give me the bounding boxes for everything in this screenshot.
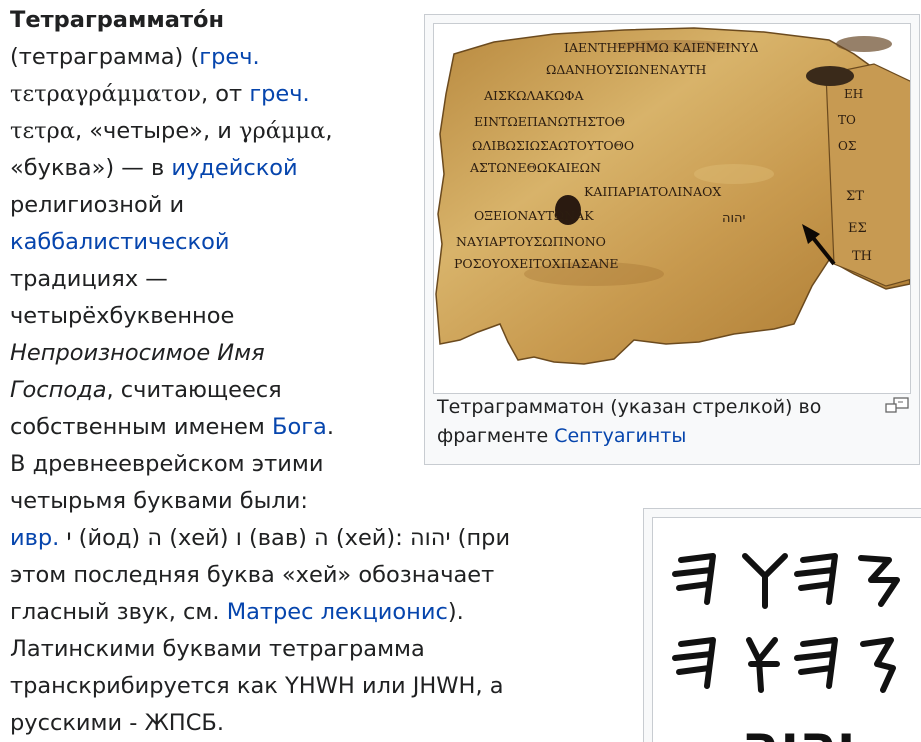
tetragrammaton-scripts-image[interactable]: יהוה bbox=[652, 517, 921, 742]
text: (тетраграмма) ( bbox=[10, 44, 200, 70]
scroll-line: ΕΙΝΤΩΕΠΑΝΩΤΗΣΤΟΘ bbox=[474, 114, 625, 129]
scroll-line: ΝΑΥΙΑΡΤΟΥΣΩΠΝΟΝΟ bbox=[456, 234, 606, 249]
link-matres-lectionis[interactable]: Матрес лекционис bbox=[227, 599, 448, 625]
line-2: (тетраграмма) (греч. bbox=[10, 39, 260, 76]
text: Господа bbox=[10, 377, 107, 403]
text: , bbox=[325, 118, 333, 144]
text: «буква») — в bbox=[10, 155, 172, 181]
text: религиозной и bbox=[10, 192, 185, 218]
svg-text:ΕΗ: ΕΗ bbox=[844, 87, 863, 101]
line-14: четырьмя буквами были: bbox=[10, 483, 308, 520]
svg-text:ΤΗ: ΤΗ bbox=[852, 249, 872, 264]
line-15: ивр. י (йод) ה (хей) ו (вав) ה (хей): יה… bbox=[10, 520, 510, 557]
link-god[interactable]: Бога bbox=[272, 414, 327, 440]
scroll-fragment-image: ΙΑΕΝΤΗΕΡΗΜΩ ΚΑΙΕΝΕΙΝΥΔ ΩΔΑΝΗΟΥΣΙΩΝΕΝΑΥΤΗ… bbox=[435, 27, 910, 365]
line-12: собственным именем Бога. bbox=[10, 409, 334, 446]
line-16: этом последняя буква «хей» обозначает bbox=[10, 557, 494, 594]
text: В древнееврейском этими bbox=[10, 451, 324, 477]
link-kabbalah[interactable]: каббалистической bbox=[10, 229, 230, 255]
line-1: Тетраграммато́н bbox=[10, 2, 224, 39]
text: фрагменте bbox=[437, 425, 555, 447]
scroll-line: ΙΑΕΝΤΗΕΡΗΜΩ ΚΑΙΕΝΕΙΝΥΔ bbox=[564, 40, 758, 55]
text: , от bbox=[200, 81, 250, 107]
scroll-line: ΡΟΣΟΥΟΧΕΙΤΟΧΠΑΣΑΝΕ bbox=[454, 256, 619, 271]
line-6: религиозной и bbox=[10, 187, 184, 224]
svg-text:ΣΤ: ΣΤ bbox=[846, 189, 864, 204]
line-11: Господа, считающееся bbox=[10, 372, 282, 409]
text: четырьмя буквами были: bbox=[10, 488, 309, 514]
figure-septuagint: ΙΑΕΝΤΗΕΡΗΜΩ ΚΑΙΕΝΕΙΝΥΔ ΩΔΑΝΗΟΥΣΙΩΝΕΝΑΥΤΗ… bbox=[424, 14, 920, 465]
greek-word: τετραγράμματον bbox=[10, 81, 201, 107]
text: ). bbox=[447, 599, 464, 625]
text: י (йод) ה (хей) ו (вав) ה (хей): יהוה (п… bbox=[59, 525, 511, 551]
text: гласный звук, см. bbox=[10, 599, 227, 625]
line-13: В древнееврейском этими bbox=[10, 446, 323, 483]
scripts-image: יהוה bbox=[672, 553, 900, 742]
text: Латинскими буквами тетраграмма bbox=[10, 636, 425, 662]
scroll-line: ΚΑΙΠΑΡΙΑΤΟΛΙΝΑΟΧ bbox=[584, 184, 721, 199]
text: . bbox=[326, 414, 334, 440]
text: , «четыре», и bbox=[74, 118, 240, 144]
greek-word: γράμμα bbox=[239, 118, 326, 144]
line-8: традициях — bbox=[10, 261, 168, 298]
line-17: гласный звук, см. Матрес лекционис). bbox=[10, 594, 464, 631]
link-septuagint[interactable]: Септуагинты bbox=[554, 425, 686, 447]
scroll-line: ΑΙΣΚΩΛΑΚΩΦΑ bbox=[483, 88, 585, 103]
line-9: четырёхбуквенное bbox=[10, 298, 234, 335]
article-title: Тетраграммато́н bbox=[10, 7, 224, 33]
line-4: τετρα, «четыре», и γράμμα, bbox=[10, 113, 333, 150]
text: этом последняя буква «хей» обозначает bbox=[10, 562, 495, 588]
hebrew-tetragrammaton: יהוה bbox=[742, 713, 855, 742]
tetragram-mark: יהוה bbox=[722, 211, 746, 226]
line-19: транскрибируется как YHWH или JHWH, а bbox=[10, 668, 504, 705]
scroll-line: ΑΣΤΩΝΕΘΩΚΑΙΕΩΝ bbox=[469, 160, 601, 175]
line-18: Латинскими буквами тетраграмма bbox=[10, 631, 425, 668]
caption-line-1: Тетраграмматон (указан стрелкой) во bbox=[437, 396, 822, 418]
dark-hole bbox=[806, 66, 854, 86]
greek-word: τετρα bbox=[10, 118, 75, 144]
link-greek-2[interactable]: греч. bbox=[249, 81, 309, 107]
line-20: русскими - ЖПСБ. bbox=[10, 705, 224, 742]
text: русскими - ЖПСБ. bbox=[10, 710, 225, 736]
scroll-line: ΩΛΙΒΩΣΙΩΣΑΩΤΟΥΤΟΘΟ bbox=[472, 138, 634, 153]
line-7: каббалистической bbox=[10, 224, 230, 261]
text: четырёхбуквенное bbox=[10, 303, 235, 329]
line-5: «буква») — в иудейской bbox=[10, 150, 298, 187]
line-3: τετραγράμματον, от греч. bbox=[10, 76, 310, 113]
text: традициях — bbox=[10, 266, 168, 292]
magnify-clip-icon[interactable] bbox=[884, 397, 910, 415]
paleo-hebrew-row-1 bbox=[672, 553, 900, 609]
link-greek-1[interactable]: греч. bbox=[199, 44, 259, 70]
caption-line-2: фрагменте Септуагинты bbox=[437, 422, 887, 451]
svg-text:ΕΣ: ΕΣ bbox=[848, 221, 867, 236]
text: , считающееся bbox=[106, 377, 282, 403]
line-10: Непроизносимое Имя bbox=[10, 335, 265, 372]
figure-tetragrammaton-scripts: יהוה bbox=[643, 508, 921, 742]
link-hebrew[interactable]: ивр. bbox=[10, 525, 59, 551]
paleo-hebrew-row-2 bbox=[672, 637, 896, 693]
figure-caption: Тетраграмматон (указан стрелкой) во фраг… bbox=[437, 393, 887, 451]
svg-text:ΟΣ: ΟΣ bbox=[838, 139, 856, 153]
text: транскрибируется как YHWH или JHWH, а bbox=[10, 673, 504, 699]
magnify-icon bbox=[885, 397, 909, 413]
link-judaism[interactable]: иудейской bbox=[171, 155, 297, 181]
text: Непроизносимое Имя bbox=[10, 340, 265, 366]
scroll-line: ΩΔΑΝΗΟΥΣΙΩΝΕΝΑΥΤΗ bbox=[546, 62, 707, 77]
svg-text:ΤΟ: ΤΟ bbox=[838, 113, 856, 127]
septuagint-image[interactable]: ΙΑΕΝΤΗΕΡΗΜΩ ΚΑΙΕΝΕΙΝΥΔ ΩΔΑΝΗΟΥΣΙΩΝΕΝΑΥΤΗ… bbox=[433, 23, 911, 394]
text: собственным именем bbox=[10, 414, 273, 440]
scroll-line: ΟΞΕΙΟΝΑΥΤΩΝΑΚ bbox=[474, 208, 594, 223]
